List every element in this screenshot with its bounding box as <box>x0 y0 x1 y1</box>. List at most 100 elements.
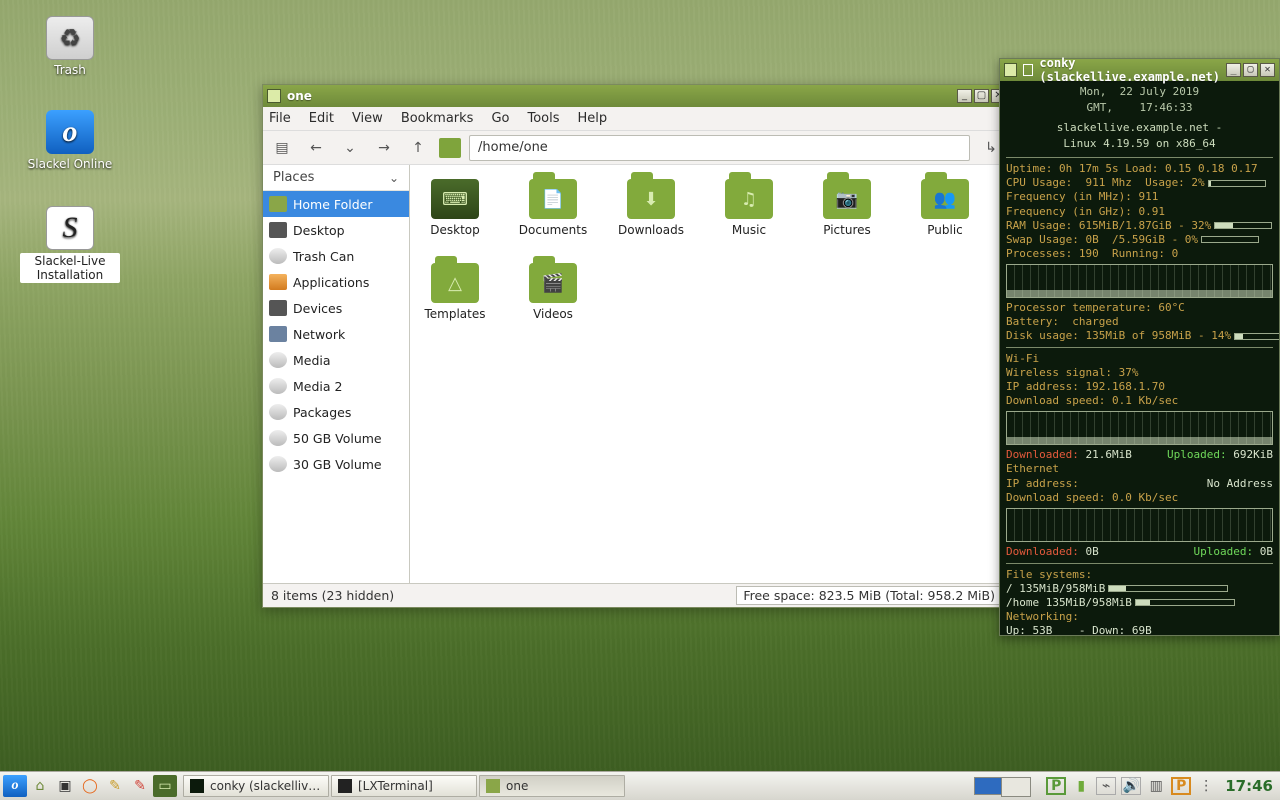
fs-home-bar <box>1135 599 1235 606</box>
nav-home-button[interactable] <box>439 138 461 158</box>
menu-tools[interactable]: Tools <box>527 111 559 126</box>
folder-templates[interactable]: △Templates <box>420 263 490 321</box>
sidebar-item-devices[interactable]: Devices <box>263 295 409 321</box>
conky-body: Mon, 22 July 2019 GMT, 17:46:33 slackell… <box>1000 81 1279 635</box>
fm-content[interactable]: ⌨Desktop 📄Documents ⬇Downloads ♫Music 📷P… <box>410 165 1010 583</box>
conky-batt: Battery: charged <box>1006 315 1119 328</box>
tray-parking2-icon[interactable]: P <box>1171 777 1191 795</box>
sidebar-item-trash[interactable]: Trash Can <box>263 243 409 269</box>
conky-swap: Swap Usage: 0B /5.59GiB - 0% <box>1006 233 1198 246</box>
desktop-icon-slackel-online[interactable]: o Slackel Online <box>20 110 120 171</box>
tray-bluetooth-icon[interactable]: ⌁ <box>1096 777 1116 795</box>
new-tab-button[interactable]: ▤ <box>269 136 295 160</box>
disk-icon <box>269 404 287 420</box>
conky-window: conky (slackellive.example.net) _ ▢ ✕ Mo… <box>999 58 1280 636</box>
folder-downloads[interactable]: ⬇Downloads <box>616 179 686 237</box>
tray-network-icon[interactable]: ▥ <box>1146 777 1166 795</box>
menu-view[interactable]: View <box>352 111 383 126</box>
launcher-firefox[interactable]: ◯ <box>78 775 102 797</box>
folder-music[interactable]: ♫Music <box>714 179 784 237</box>
taskbar-task-one[interactable]: one <box>479 775 625 797</box>
sidebar-item-media[interactable]: Media <box>263 347 409 373</box>
sidebar-item-packages[interactable]: Packages <box>263 399 409 425</box>
conky-titlebar[interactable]: conky (slackellive.example.net) _ ▢ ✕ <box>1000 59 1279 81</box>
launcher-editor[interactable]: ✎ <box>103 775 127 797</box>
disk-icon <box>269 352 287 368</box>
fm-minimize-button[interactable]: _ <box>957 89 972 103</box>
conky-fs-header: File systems: <box>1006 568 1273 582</box>
launcher-files[interactable]: ⌂ <box>28 775 52 797</box>
nav-forward-button[interactable]: → <box>371 136 397 160</box>
nav-up-button[interactable]: ↑ <box>405 136 431 160</box>
swap-bar <box>1201 236 1259 243</box>
launcher-menu[interactable]: o <box>3 775 27 797</box>
menu-file[interactable]: File <box>269 111 291 126</box>
conky-close-button[interactable]: ✕ <box>1260 63 1275 77</box>
disk-icon <box>269 456 287 472</box>
folder-public[interactable]: 👥Public <box>910 179 980 237</box>
taskbar-clock[interactable]: 17:46 <box>1221 777 1277 795</box>
tray-parking-icon[interactable]: P <box>1046 777 1066 795</box>
conky-cpu: CPU Usage: 911 Mhz Usage: 2% <box>1006 176 1205 189</box>
sidebar-item-media2[interactable]: Media 2 <box>263 373 409 399</box>
conky-freq-ghz: Frequency (in GHz): 0.91 <box>1006 205 1165 218</box>
task-icon <box>486 779 500 793</box>
sidebar-item-vol50[interactable]: 50 GB Volume <box>263 425 409 451</box>
tray-volume-icon[interactable]: 🔊 <box>1121 777 1141 795</box>
taskbar-task-conky[interactable]: conky (slackelliv… <box>183 775 329 797</box>
taskbar-task-terminal[interactable]: [LXTerminal] <box>331 775 477 797</box>
folder-pictures[interactable]: 📷Pictures <box>812 179 882 237</box>
network-icon <box>269 326 287 342</box>
conky-host: slackellive.example.net - <box>1006 121 1273 135</box>
desktop-icon-slackel-install[interactable]: S Slackel-Live Installation <box>20 206 120 283</box>
launcher-terminal[interactable]: ▣ <box>53 775 77 797</box>
conky-disk: Disk usage: 135MiB of 958MiB - 14% <box>1006 329 1231 342</box>
sidebar-item-desktop[interactable]: Desktop <box>263 217 409 243</box>
folder-icon: ♫ <box>725 179 773 219</box>
conky-eth-header: Ethernet <box>1006 462 1273 476</box>
menu-bookmarks[interactable]: Bookmarks <box>401 111 474 126</box>
sidebar-item-applications[interactable]: Applications <box>263 269 409 295</box>
sidebar-item-network[interactable]: Network <box>263 321 409 347</box>
folder-icon: 📄 <box>529 179 577 219</box>
sidebar-places-header[interactable]: Places <box>263 165 409 191</box>
disk-bar <box>1234 333 1279 340</box>
folder-icon <box>269 196 287 212</box>
desktop-icon-trash[interactable]: ♻ Trash <box>20 16 120 77</box>
tray-battery-icon[interactable]: ▮ <box>1071 777 1091 795</box>
fm-menubar: File Edit View Bookmarks Go Tools Help <box>263 107 1010 131</box>
menu-edit[interactable]: Edit <box>309 111 334 126</box>
status-items: 8 items (23 hidden) <box>271 588 394 603</box>
fm-statusbar: 8 items (23 hidden) Free space: 823.5 Mi… <box>263 583 1010 607</box>
folder-desktop[interactable]: ⌨Desktop <box>420 179 490 237</box>
folder-documents[interactable]: 📄Documents <box>518 179 588 237</box>
conky-app-icon <box>1023 64 1034 76</box>
applications-icon <box>269 274 287 290</box>
sidebar-item-vol30[interactable]: 30 GB Volume <box>263 451 409 477</box>
nav-history-button[interactable]: ⌄ <box>337 136 363 160</box>
conky-kernel: Linux 4.19.59 on x86_64 <box>1006 137 1273 151</box>
slackel-install-icon: S <box>46 206 94 250</box>
menu-help[interactable]: Help <box>578 111 608 126</box>
conky-maximize-button[interactable]: ▢ <box>1243 63 1258 77</box>
nav-back-button[interactable]: ← <box>303 136 329 160</box>
conky-time: GMT, 17:46:33 <box>1006 101 1273 115</box>
eth-graph <box>1006 508 1273 542</box>
launcher-desktop[interactable]: ▭ <box>153 775 177 797</box>
fm-sidebar: Places Home Folder Desktop Trash Can App… <box>263 165 410 583</box>
path-text: /home/one <box>478 140 548 155</box>
sidebar-item-home[interactable]: Home Folder <box>263 191 409 217</box>
fm-titlebar[interactable]: one _ ▢ ✕ <box>263 85 1010 107</box>
conky-wifi-ip: IP address: 192.168.1.70 <box>1006 380 1165 393</box>
wifi-graph <box>1006 411 1273 445</box>
menu-go[interactable]: Go <box>491 111 509 126</box>
launcher-settings[interactable]: ✎ <box>128 775 152 797</box>
monitor-icon <box>269 222 287 238</box>
conky-minimize-button[interactable]: _ <box>1226 63 1241 77</box>
fm-maximize-button[interactable]: ▢ <box>974 89 989 103</box>
conky-net-updown: Up: 53B - Down: 69B <box>1006 624 1273 635</box>
taskbar-launchers: o ⌂ ▣ ◯ ✎ ✎ ▭ <box>3 775 177 797</box>
folder-videos[interactable]: 🎬Videos <box>518 263 588 321</box>
workspace-pager[interactable] <box>974 777 1002 795</box>
path-bar[interactable]: /home/one <box>469 135 970 161</box>
